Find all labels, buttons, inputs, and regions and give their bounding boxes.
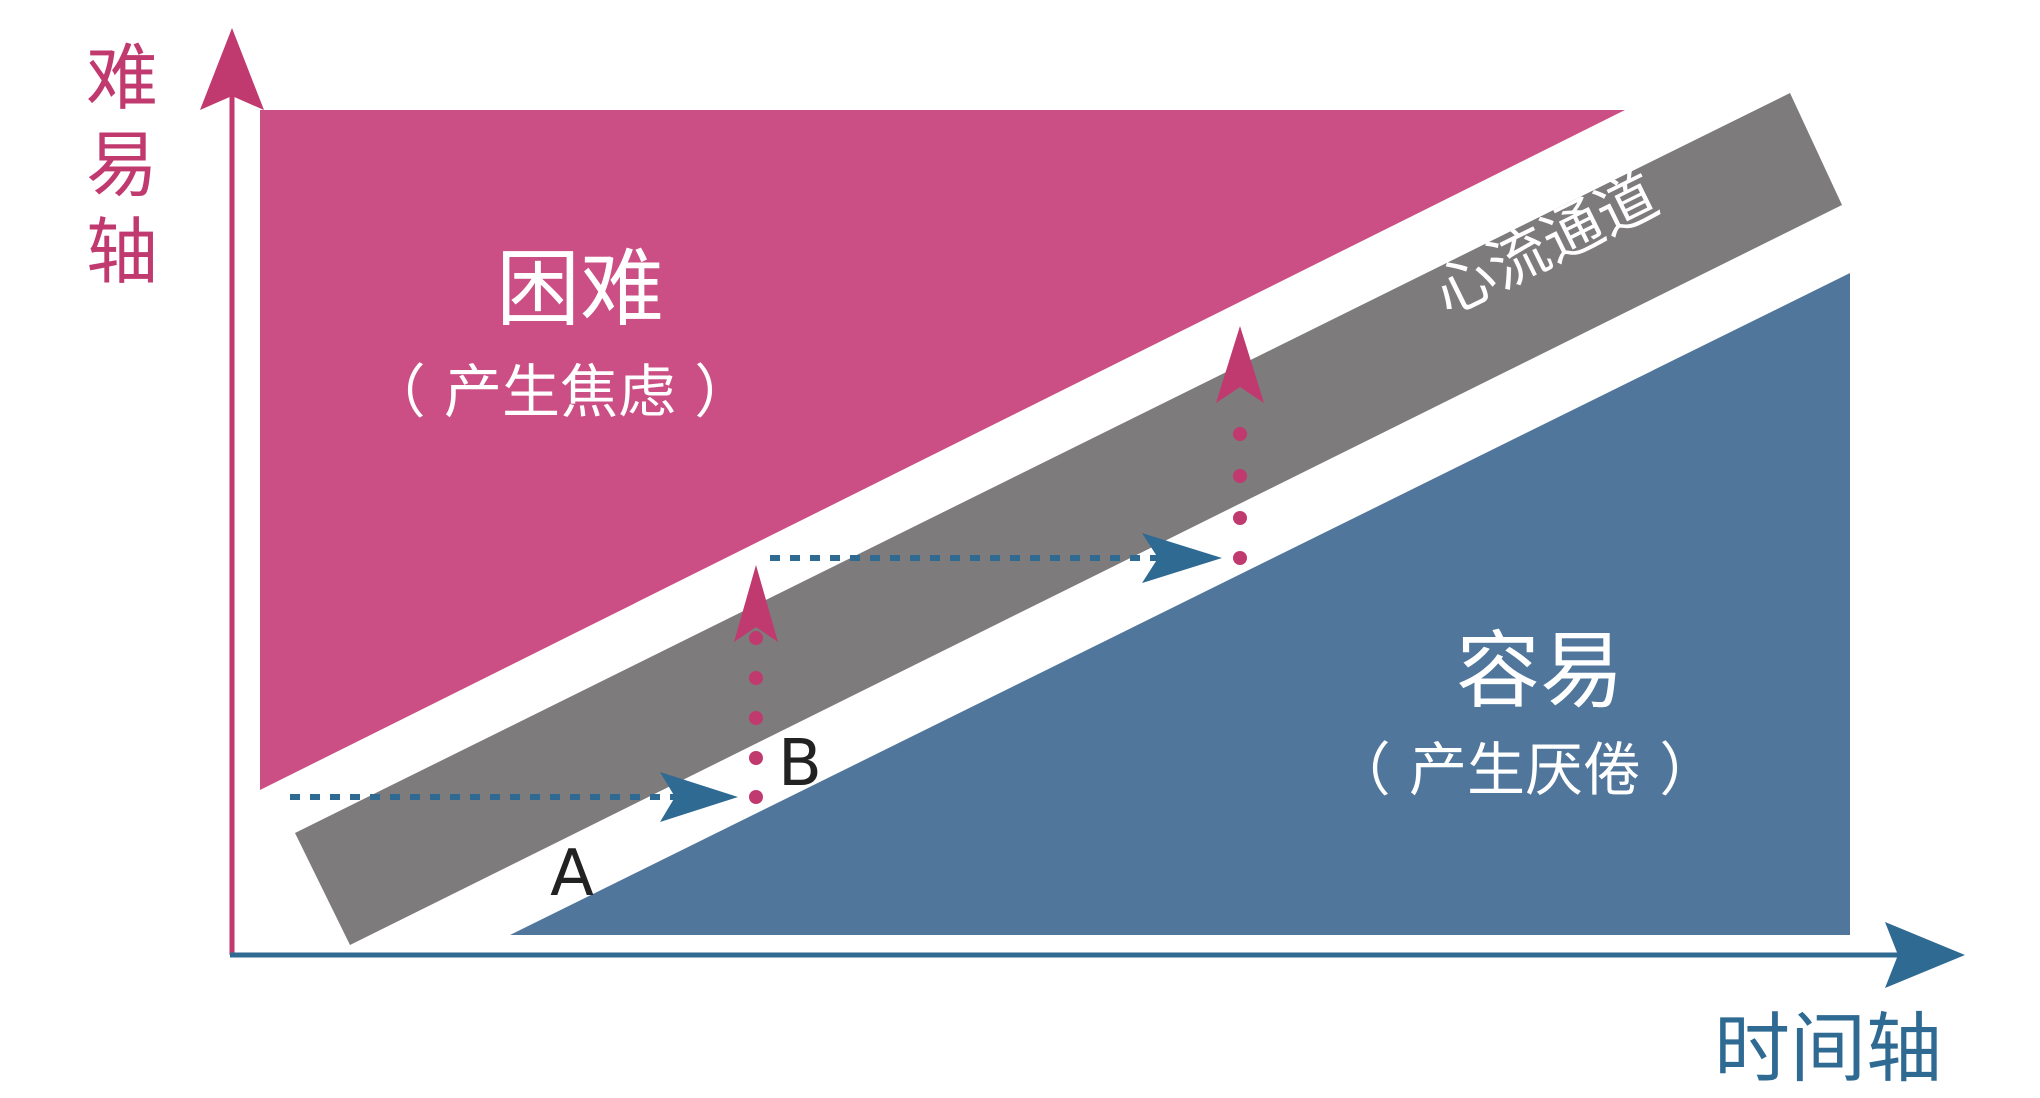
y-axis-label: 难 易 轴 <box>86 36 158 294</box>
y-axis-label-char-2: 易 <box>86 123 158 207</box>
point-a-label: A <box>550 837 594 911</box>
easy-region-subtitle: （ 产生厌倦 ） <box>1333 736 1718 804</box>
hard-region-title: 困难 <box>496 240 664 338</box>
easy-region-title: 容易 <box>1456 622 1624 720</box>
flow-diagram: 难 易 轴 时间轴 困难 （ 产生焦虑 ） 容易 （ 产生厌倦 ） 心流通道 A… <box>86 28 1965 1093</box>
y-axis-label-char-3: 轴 <box>86 210 158 294</box>
x-axis-label: 时间轴 <box>1714 1004 1942 1093</box>
hard-region-subtitle: （ 产生焦虑 ） <box>368 358 753 426</box>
y-axis-label-char-1: 难 <box>86 36 158 120</box>
point-b-label: B <box>778 727 822 801</box>
